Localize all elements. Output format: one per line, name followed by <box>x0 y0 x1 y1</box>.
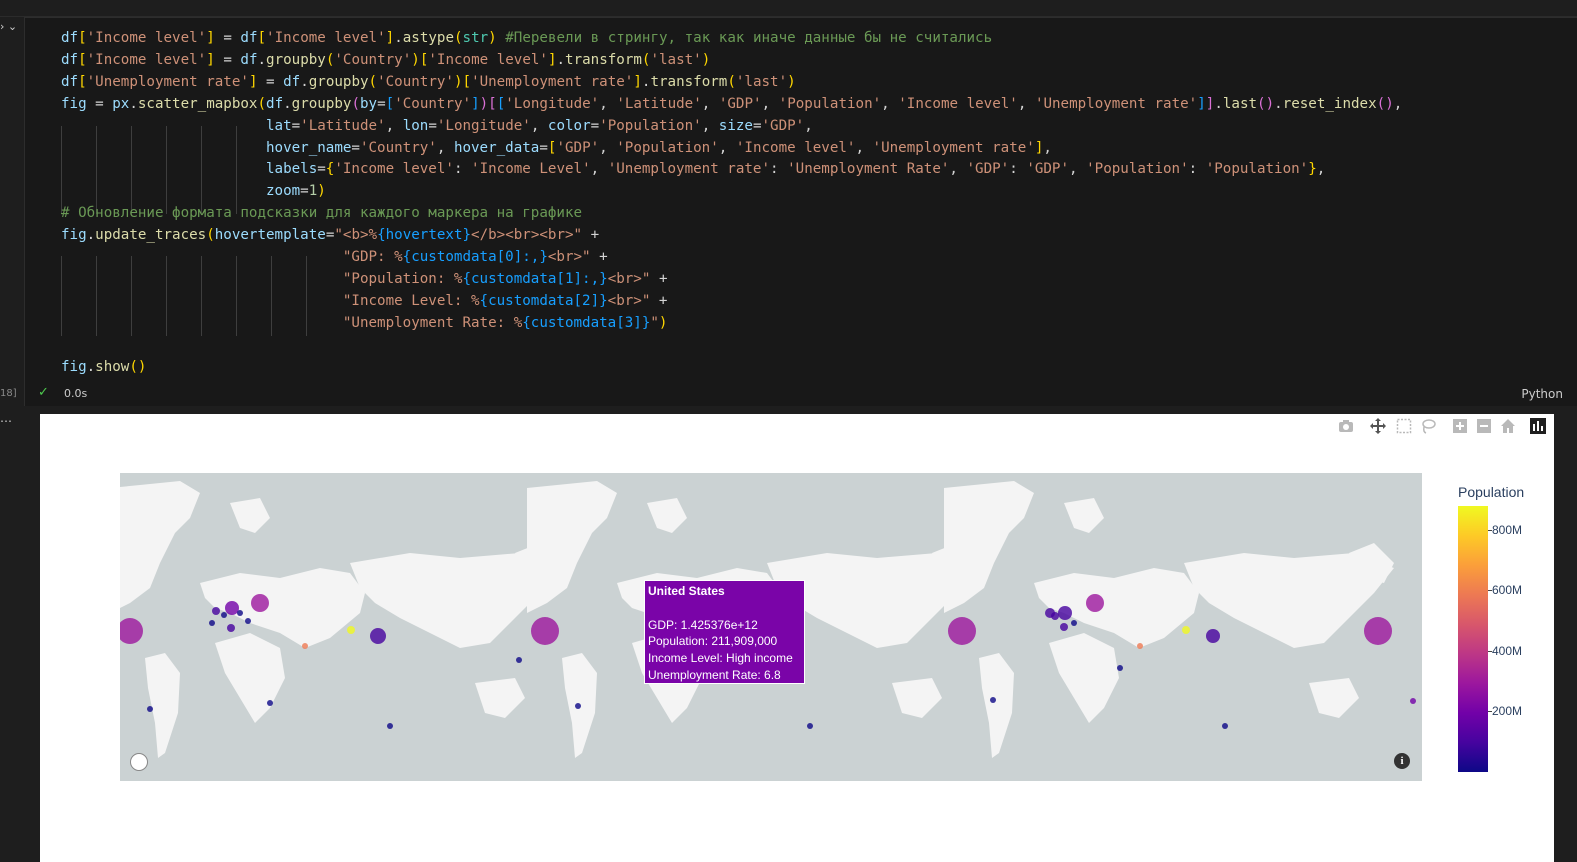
landmass-shape <box>145 653 180 758</box>
country-marker <box>948 617 976 645</box>
country-marker <box>267 700 273 706</box>
country-marker <box>1364 617 1392 645</box>
country-marker <box>387 723 393 729</box>
landmass-shape <box>1064 498 1104 533</box>
code-editor[interactable]: df['Income level'] = df['Income level'].… <box>61 28 1402 379</box>
landmass-shape <box>1034 568 1199 648</box>
box-select-icon[interactable] <box>1396 418 1412 434</box>
country-marker <box>209 620 215 626</box>
country-marker <box>302 643 308 649</box>
tooltip-income: Income Level: High income <box>648 651 793 666</box>
landmass-shape <box>475 678 525 718</box>
landmass-shape <box>1049 633 1119 723</box>
top-strip <box>0 0 1577 17</box>
lasso-icon[interactable] <box>1420 418 1436 434</box>
country-marker <box>1058 606 1072 620</box>
mapbox-logo-icon[interactable] <box>130 753 148 771</box>
country-marker <box>212 607 220 615</box>
country-marker <box>1071 620 1077 626</box>
country-marker <box>1060 623 1068 631</box>
country-marker <box>516 657 522 663</box>
collapse-chevron-icon[interactable]: › ⌄ <box>0 20 17 33</box>
country-marker <box>1206 629 1220 643</box>
execution-count: 18] <box>0 388 17 399</box>
plot-output: United States GDP: 1.425376e+12 Populati… <box>40 414 1554 862</box>
country-marker <box>245 618 251 624</box>
country-marker <box>221 612 227 618</box>
country-marker <box>1117 665 1123 671</box>
cell-language[interactable]: Python <box>1521 387 1563 401</box>
execution-time: 0.0s <box>64 387 88 400</box>
country-marker <box>347 626 355 634</box>
country-marker <box>531 617 559 645</box>
country-marker <box>1137 643 1143 649</box>
info-icon[interactable]: i <box>1394 753 1410 769</box>
tooltip-gdp: GDP: 1.425376e+12 <box>648 617 758 632</box>
country-marker <box>1086 594 1104 612</box>
colorbar-title: Population <box>1458 484 1525 500</box>
code-cell[interactable]: df['Income level'] = df['Income level'].… <box>24 17 1577 406</box>
colorbar-tick-label: 200M <box>1492 704 1523 718</box>
landmass-shape <box>230 498 270 533</box>
country-marker <box>147 706 153 712</box>
map-area[interactable]: United States GDP: 1.425376e+12 Populati… <box>120 473 1422 781</box>
check-icon: ✓ <box>38 385 49 400</box>
country-marker <box>807 723 813 729</box>
pan-icon[interactable] <box>1370 418 1386 434</box>
zoom-in-icon[interactable] <box>1452 418 1468 434</box>
country-marker <box>1182 626 1190 634</box>
country-marker <box>120 618 143 644</box>
cell-status-bar: ✓ 0.0s Python <box>24 384 1577 404</box>
country-marker <box>237 610 243 616</box>
landmass-shape <box>200 568 365 648</box>
country-marker <box>990 697 996 703</box>
tooltip-country-name: United States <box>648 584 725 598</box>
landmass-shape <box>647 498 687 533</box>
landmass-shape <box>1309 678 1359 718</box>
country-marker <box>251 594 269 612</box>
landmass-shape <box>527 481 617 613</box>
tooltip-population: Population: 211,909,000 <box>648 634 778 649</box>
country-marker <box>1222 723 1228 729</box>
landmass-shape <box>120 481 200 608</box>
camera-icon[interactable] <box>1338 418 1354 434</box>
country-marker <box>227 624 235 632</box>
landmass-shape <box>215 633 285 723</box>
output-menu-icon[interactable]: … <box>0 411 12 425</box>
colorbar-tick-label: 800M <box>1492 523 1523 537</box>
hover-tooltip: United States GDP: 1.425376e+12 Populati… <box>644 580 805 684</box>
zoom-out-icon[interactable] <box>1476 418 1492 434</box>
landmass-shape <box>892 678 942 718</box>
plotly-logo-icon[interactable] <box>1530 418 1546 434</box>
country-marker <box>1045 608 1055 618</box>
country-marker <box>370 628 386 644</box>
colorbar-tick-label: 600M <box>1492 583 1523 597</box>
colorbar <box>1458 506 1488 772</box>
tooltip-unemployment: Unemployment Rate: 6.8 <box>648 667 781 682</box>
colorbar-tick-label: 400M <box>1492 644 1523 658</box>
country-marker <box>225 601 239 615</box>
landmass-shape <box>979 653 1014 758</box>
country-marker <box>575 703 581 709</box>
landmass-shape <box>944 481 1034 613</box>
country-marker <box>1410 698 1416 704</box>
reset-home-icon[interactable] <box>1500 418 1516 434</box>
